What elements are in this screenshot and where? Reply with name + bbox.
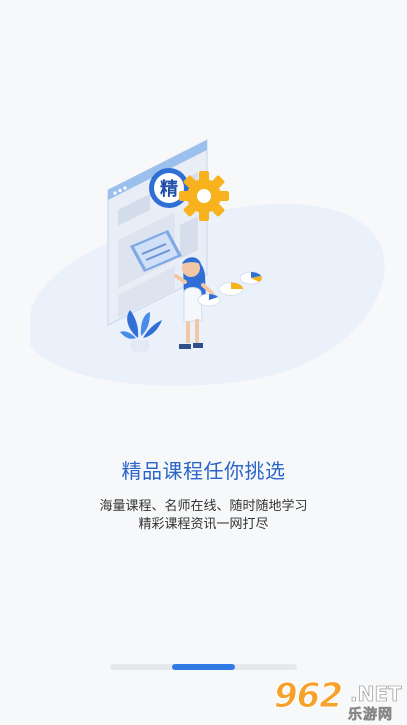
site-watermark-logo: 962 .NET 乐游网 xyxy=(270,676,407,725)
page-indicator xyxy=(110,664,297,670)
course-illustration: 精 xyxy=(30,139,385,386)
watermark-suffix: .NET xyxy=(350,682,402,707)
page-indicator-active xyxy=(172,664,235,670)
onboarding-subtitle-line1: 海量课程、名师在线、随时随地学习 xyxy=(99,499,308,514)
onboarding-screen: 精 精品课程任你挑选 海量课程、名师在线、随时随地学习 精彩课程资讯一网打尽 9… xyxy=(0,0,407,725)
badge: 精 xyxy=(149,168,189,208)
badge-text: 精 xyxy=(160,178,178,200)
onboarding-title: 精品课程任你挑选 xyxy=(121,459,286,483)
onboarding-subtitle-line2: 精彩课程资讯一网打尽 xyxy=(138,517,269,532)
watermark-digits: 962 xyxy=(274,676,344,717)
watermark-name: 乐游网 xyxy=(348,707,393,724)
gear-icon xyxy=(179,171,229,221)
